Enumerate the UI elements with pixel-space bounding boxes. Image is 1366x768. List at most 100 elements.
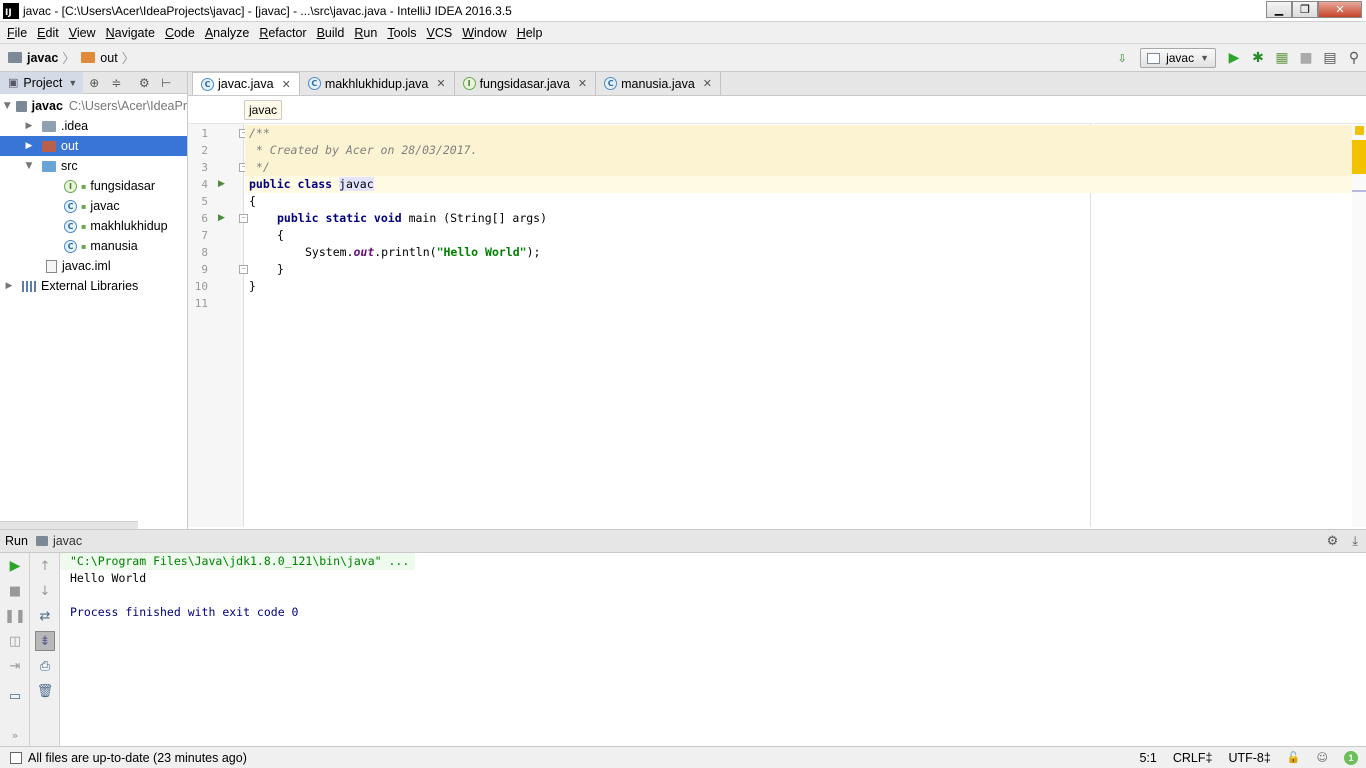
tree-item-label: javac.iml [62, 259, 111, 273]
nav-crumb-out[interactable]: out 〉 [81, 48, 140, 67]
maximize-button[interactable]: ❐ [1292, 1, 1318, 18]
close-icon[interactable]: ✕ [436, 77, 445, 90]
coverage-icon[interactable]: ▦ [1270, 47, 1294, 69]
stop-icon[interactable]: ■ [5, 581, 25, 601]
menu-file[interactable]: File [2, 26, 32, 40]
error-stripe[interactable] [1352, 124, 1366, 527]
collapse-arrow-icon[interactable]: ▶ [22, 141, 36, 151]
search-icon[interactable]: ⚲ [1342, 47, 1366, 69]
menu-navigate[interactable]: Navigate [101, 26, 160, 40]
tree-item-javac-class[interactable]: C ▪ javac [0, 196, 187, 216]
inspector-icon[interactable]: ☺ [1317, 751, 1328, 764]
tree-item-label: out [61, 139, 79, 153]
trash-icon[interactable]: 🗑 [35, 681, 55, 701]
class-name: javac [339, 177, 374, 191]
minimize-button[interactable]: ▁ [1266, 1, 1292, 18]
tree-item-javac-iml[interactable]: javac.iml [0, 256, 187, 276]
expand-arrow-icon[interactable]: ▼ [2, 101, 12, 111]
nav-crumb-project[interactable]: javac 〉 [8, 48, 81, 67]
build-icon[interactable]: ⇩ [1110, 47, 1134, 69]
more-icon[interactable]: » [5, 725, 25, 745]
run-config-select[interactable]: javac ▼ [1140, 48, 1216, 68]
tree-item-out[interactable]: ▶ out [0, 136, 187, 156]
gear-icon[interactable]: ⚙ [133, 76, 155, 90]
debug-icon[interactable]: ✱ [1246, 47, 1270, 69]
close-icon[interactable]: ✕ [703, 77, 712, 90]
stop-icon[interactable]: ■ [1294, 47, 1318, 69]
tree-item-javac-root[interactable]: ▼ javac C:\Users\Acer\IdeaPr [0, 96, 187, 116]
collapse-all-icon[interactable]: ≑ [105, 76, 127, 90]
hide-panel-icon[interactable]: ⤓ [1352, 534, 1358, 549]
menu-help[interactable]: Help [512, 26, 548, 40]
module-file-icon [46, 259, 57, 273]
collapse-arrow-icon[interactable]: ▶ [2, 281, 16, 291]
editor-gutter: 1 2 3 4 5 6 7 8 9 10 11 ▶ ▶ − − − − [188, 124, 248, 527]
tree-item-idea[interactable]: ▶ .idea [0, 116, 187, 136]
run-tab-javac[interactable]: javac [35, 534, 82, 548]
menu-view[interactable]: View [64, 26, 101, 40]
line-number: 2 [201, 144, 208, 157]
menu-analyze[interactable]: Analyze [200, 26, 254, 40]
print-icon[interactable]: ⎙ [35, 656, 55, 676]
run-console[interactable]: "C:\Program Files\Java\jdk1.8.0_121\bin\… [60, 553, 1366, 746]
event-log-badge[interactable]: 1 [1344, 750, 1358, 765]
caret-position[interactable]: 5:1 [1139, 751, 1156, 765]
line-separator-select[interactable]: CRLF‡ [1173, 751, 1213, 765]
gear-icon[interactable]: ⚙ [1327, 534, 1339, 549]
tool-window-toggle-icon[interactable] [10, 751, 22, 764]
menu-vcs[interactable]: VCS [422, 26, 458, 40]
warning-indicator-icon[interactable] [1355, 126, 1364, 135]
close-icon[interactable]: ✕ [282, 78, 291, 91]
interface-icon: I [64, 179, 77, 193]
pause-icon[interactable]: ❚❚ [4, 606, 26, 626]
down-arrow-icon[interactable]: ↓ [35, 581, 55, 601]
abstract-class-icon: C [307, 77, 321, 90]
encoding-select[interactable]: UTF-8‡ [1228, 751, 1270, 765]
tab-javac-java[interactable]: C javac.java ✕ [192, 72, 300, 95]
tab-makhlukhidup-java[interactable]: C makhlukhidup.java ✕ [299, 72, 455, 95]
run-main-gutter-icon[interactable]: ▶ [218, 213, 225, 223]
code-line-6: public static void main (String[] args) [245, 210, 1366, 227]
exit-icon[interactable]: ⇥ [5, 656, 25, 676]
menu-build[interactable]: Build [312, 26, 350, 40]
access-icon: ▪ [81, 221, 87, 231]
expand-arrow-icon[interactable]: ▼ [22, 161, 36, 171]
menu-tools[interactable]: Tools [382, 26, 421, 40]
lock-icon[interactable]: 🔓 [1287, 751, 1301, 764]
tree-item-makhlukhidup[interactable]: C ▪ makhlukhidup [0, 216, 187, 236]
tab-fungsidasar-java[interactable]: I fungsidasar.java ✕ [454, 72, 597, 95]
tree-item-path: C:\Users\Acer\IdeaPr [68, 99, 187, 113]
layout-icon[interactable]: ▭ [5, 686, 25, 706]
run-icon[interactable]: ▶ [1222, 47, 1246, 69]
menu-code[interactable]: Code [160, 26, 200, 40]
hide-panel-icon[interactable]: ⊢ [155, 76, 177, 90]
project-view-select[interactable]: ▣ Project ▼ [0, 71, 84, 94]
menu-run[interactable]: Run [349, 26, 382, 40]
close-button[interactable]: ✕ [1318, 1, 1362, 18]
collapse-arrow-icon[interactable]: ▶ [22, 121, 36, 131]
tab-manusia-java[interactable]: C manusia.java ✕ [596, 72, 722, 95]
soft-wrap-icon[interactable]: ⇄ [35, 606, 55, 626]
access-icon: ▪ [81, 201, 87, 211]
code-line-8: System.out.println("Hello World"); [245, 244, 1366, 261]
menu-window[interactable]: Window [457, 26, 511, 40]
scroll-from-source-icon[interactable]: ⊕ [83, 76, 105, 90]
scroll-to-end-icon[interactable]: ⇟ [35, 631, 55, 651]
menu-edit[interactable]: Edit [32, 26, 64, 40]
tree-item-fungsidasar[interactable]: I ▪ fungsidasar [0, 176, 187, 196]
code-area[interactable]: 1 2 3 4 5 6 7 8 9 10 11 ▶ ▶ − − − − /** … [188, 124, 1366, 527]
menu-refactor[interactable]: Refactor [254, 26, 311, 40]
horizontal-scrollbar[interactable] [0, 521, 138, 529]
close-icon[interactable]: ✕ [578, 77, 587, 90]
warning-marker[interactable] [1352, 140, 1366, 174]
tree-item-src[interactable]: ▼ src [0, 156, 187, 176]
dump-threads-icon[interactable]: ◫ [5, 631, 25, 651]
rerun-icon[interactable]: ▶ [5, 556, 25, 576]
tree-item-label: src [61, 159, 78, 173]
tree-item-manusia[interactable]: C ▪ manusia [0, 236, 187, 256]
run-class-gutter-icon[interactable]: ▶ [218, 179, 225, 189]
tree-item-external-libraries[interactable]: ▶ External Libraries [0, 276, 187, 296]
project-structure-icon[interactable]: ▤ [1318, 47, 1342, 69]
up-arrow-icon[interactable]: ↑ [35, 556, 55, 576]
editor-breadcrumb[interactable]: javac [244, 99, 283, 120]
